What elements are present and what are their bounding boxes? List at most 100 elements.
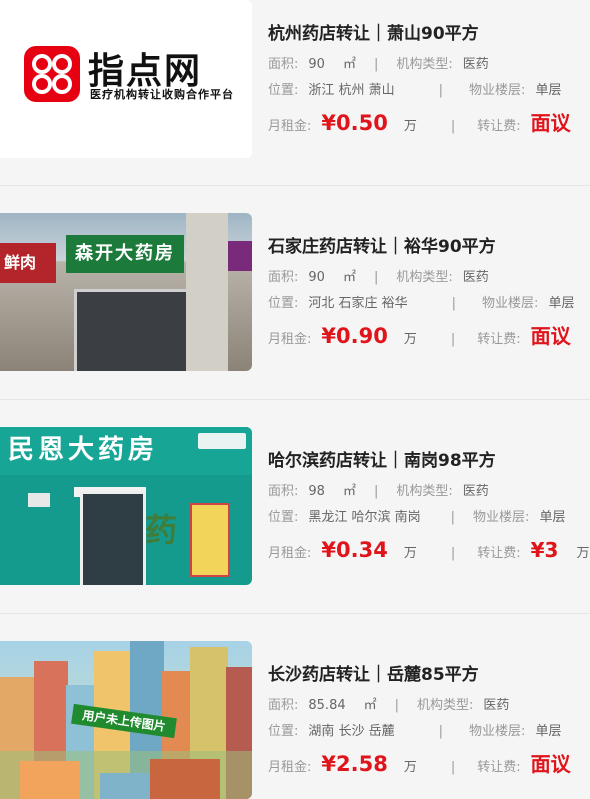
area-unit: ㎡	[342, 484, 356, 499]
location-value: 湖南 长沙 岳麓	[308, 724, 395, 739]
window-poster	[190, 503, 230, 577]
divider: |	[373, 484, 379, 499]
divider: |	[450, 510, 456, 525]
entrance-door	[74, 289, 190, 371]
divider: |	[450, 119, 456, 134]
location-value: 河北 石家庄 裕华	[308, 296, 408, 311]
fee-value: 面议	[530, 752, 571, 776]
rent-value: ¥2.58	[321, 752, 388, 776]
divider: |	[450, 760, 456, 775]
fee-value: ¥3	[530, 538, 559, 562]
listing-thumbnail[interactable]: 指点网 医疗机构转让收购合作平台	[0, 0, 252, 158]
card-divider	[0, 185, 590, 186]
type-label: 机构类型:	[396, 57, 453, 72]
area-row: 面积: 90 ㎡ | 机构类型: 医药	[268, 265, 590, 291]
listing-title[interactable]: 长沙药店转让｜岳麓85平方	[268, 663, 590, 687]
area-value: 90	[308, 270, 325, 285]
rent-label: 月租金:	[268, 760, 312, 775]
floor-label: 物业楼层:	[482, 296, 539, 311]
rent-label: 月租金:	[268, 546, 312, 561]
listing-thumbnail[interactable]: 用户未上传图片	[0, 641, 252, 799]
location-label: 位置:	[268, 510, 299, 525]
location-value: 黑龙江 哈尔滨 南岗	[308, 510, 421, 525]
floor-label: 物业楼层:	[473, 510, 530, 525]
air-conditioner	[28, 493, 50, 507]
listing-info: 长沙药店转让｜岳麓85平方 面积: 85.84 ㎡ | 机构类型: 医药 位置:…	[252, 641, 590, 781]
area-label: 面积:	[268, 270, 299, 285]
type-label: 机构类型:	[417, 698, 474, 713]
area-label: 面积:	[268, 698, 299, 713]
rent-label: 月租金:	[268, 119, 312, 134]
location-label: 位置:	[268, 296, 299, 311]
divider: |	[373, 270, 379, 285]
area-unit: ㎡	[342, 270, 356, 285]
fee-label: 转让费:	[477, 546, 521, 561]
type-value: 医药	[462, 484, 489, 499]
rent-unit: 万	[403, 332, 417, 347]
listing-card[interactable]: 鲜肉 森开大药房 石家庄药店转让｜裕华90平方 面积: 90 ㎡ | 机构类型:…	[0, 213, 590, 371]
type-label: 机构类型:	[396, 270, 453, 285]
rent-unit: 万	[403, 119, 417, 134]
divider: |	[373, 57, 379, 72]
listing-title[interactable]: 石家庄药店转让｜裕华90平方	[268, 235, 590, 259]
rent-value: ¥0.50	[321, 111, 388, 135]
location-row: 位置: 黑龙江 哈尔滨 南岗 | 物业楼层: 单层	[268, 505, 590, 531]
area-unit: ㎡	[363, 698, 377, 713]
rent-value: ¥0.90	[321, 324, 388, 348]
location-row: 位置: 河北 石家庄 裕华 | 物业楼层: 单层	[268, 291, 590, 317]
price-row: 月租金: ¥0.90 万 | 转让费: 面议	[268, 319, 590, 353]
location-value: 浙江 杭州 萧山	[308, 83, 395, 98]
location-label: 位置:	[268, 724, 299, 739]
price-row: 月租金: ¥0.50 万 | 转让费: 面议	[268, 106, 590, 140]
location-row: 位置: 浙江 杭州 萧山 | 物业楼层: 单层	[268, 78, 590, 104]
type-value: 医药	[462, 57, 489, 72]
card-divider	[0, 613, 590, 614]
rent-unit: 万	[403, 546, 417, 561]
area-value: 98	[308, 484, 325, 499]
area-row: 面积: 85.84 ㎡ | 机构类型: 医药	[268, 693, 590, 719]
listing-thumbnail[interactable]: 民恩大药房 药	[0, 427, 252, 585]
divider: |	[438, 83, 444, 98]
zhidian-logo-icon	[24, 46, 80, 102]
price-row: 月租金: ¥2.58 万 | 转让费: 面议	[268, 747, 590, 781]
listing-list: 指点网 医疗机构转让收购合作平台 杭州药店转让｜萧山90平方 面积: 90 ㎡ …	[0, 0, 590, 799]
card-divider	[0, 399, 590, 400]
listing-info: 石家庄药店转让｜裕华90平方 面积: 90 ㎡ | 机构类型: 医药 位置: 河…	[252, 213, 590, 353]
location-label: 位置:	[268, 83, 299, 98]
divider: |	[450, 546, 456, 561]
listing-card[interactable]: 用户未上传图片 长沙药店转让｜岳麓85平方 面积: 85.84 ㎡ | 机构类型…	[0, 641, 590, 799]
area-row: 面积: 90 ㎡ | 机构类型: 医药	[268, 52, 590, 78]
floor-value: 单层	[535, 724, 562, 739]
area-unit: ㎡	[342, 57, 356, 72]
area-value: 85.84	[308, 698, 346, 713]
location-row: 位置: 湖南 长沙 岳麓 | 物业楼层: 单层	[268, 719, 590, 745]
listing-title[interactable]: 哈尔滨药店转让｜南岗98平方	[268, 449, 590, 473]
rent-unit: 万	[403, 760, 417, 775]
wall-character: 药	[145, 511, 178, 549]
floor-label: 物业楼层:	[469, 724, 526, 739]
price-row: 月租金: ¥0.34 万 | 转让费: ¥3 万	[268, 533, 590, 567]
divider: |	[438, 724, 444, 739]
fee-label: 转让费:	[477, 332, 521, 347]
divider: |	[451, 296, 457, 311]
listing-card[interactable]: 民恩大药房 药 哈尔滨药店转让｜南岗98平方 面积: 98 ㎡ | 机构类型: …	[0, 427, 590, 585]
listing-thumbnail[interactable]: 鲜肉 森开大药房	[0, 213, 252, 371]
divider: |	[450, 332, 456, 347]
fee-unit: 万	[576, 546, 590, 561]
fee-value: 面议	[530, 111, 571, 135]
listing-title[interactable]: 杭州药店转让｜萧山90平方	[268, 22, 590, 46]
fee-label: 转让费:	[477, 760, 521, 775]
pharmacy-sign: 森开大药房	[66, 235, 184, 273]
divider: |	[394, 698, 400, 713]
listing-info: 哈尔滨药店转让｜南岗98平方 面积: 98 ㎡ | 机构类型: 医药 位置: 黑…	[252, 427, 590, 567]
pillar	[186, 213, 228, 371]
fee-value: 面议	[530, 324, 571, 348]
type-value: 医药	[462, 270, 489, 285]
rent-value: ¥0.34	[321, 538, 388, 562]
area-label: 面积:	[268, 57, 299, 72]
floor-label: 物业楼层:	[469, 83, 526, 98]
listing-card[interactable]: 指点网 医疗机构转让收购合作平台 杭州药店转让｜萧山90平方 面积: 90 ㎡ …	[0, 0, 590, 158]
area-label: 面积:	[268, 484, 299, 499]
type-label: 机构类型:	[396, 484, 453, 499]
side-shop-sign: 鲜肉	[0, 243, 56, 283]
